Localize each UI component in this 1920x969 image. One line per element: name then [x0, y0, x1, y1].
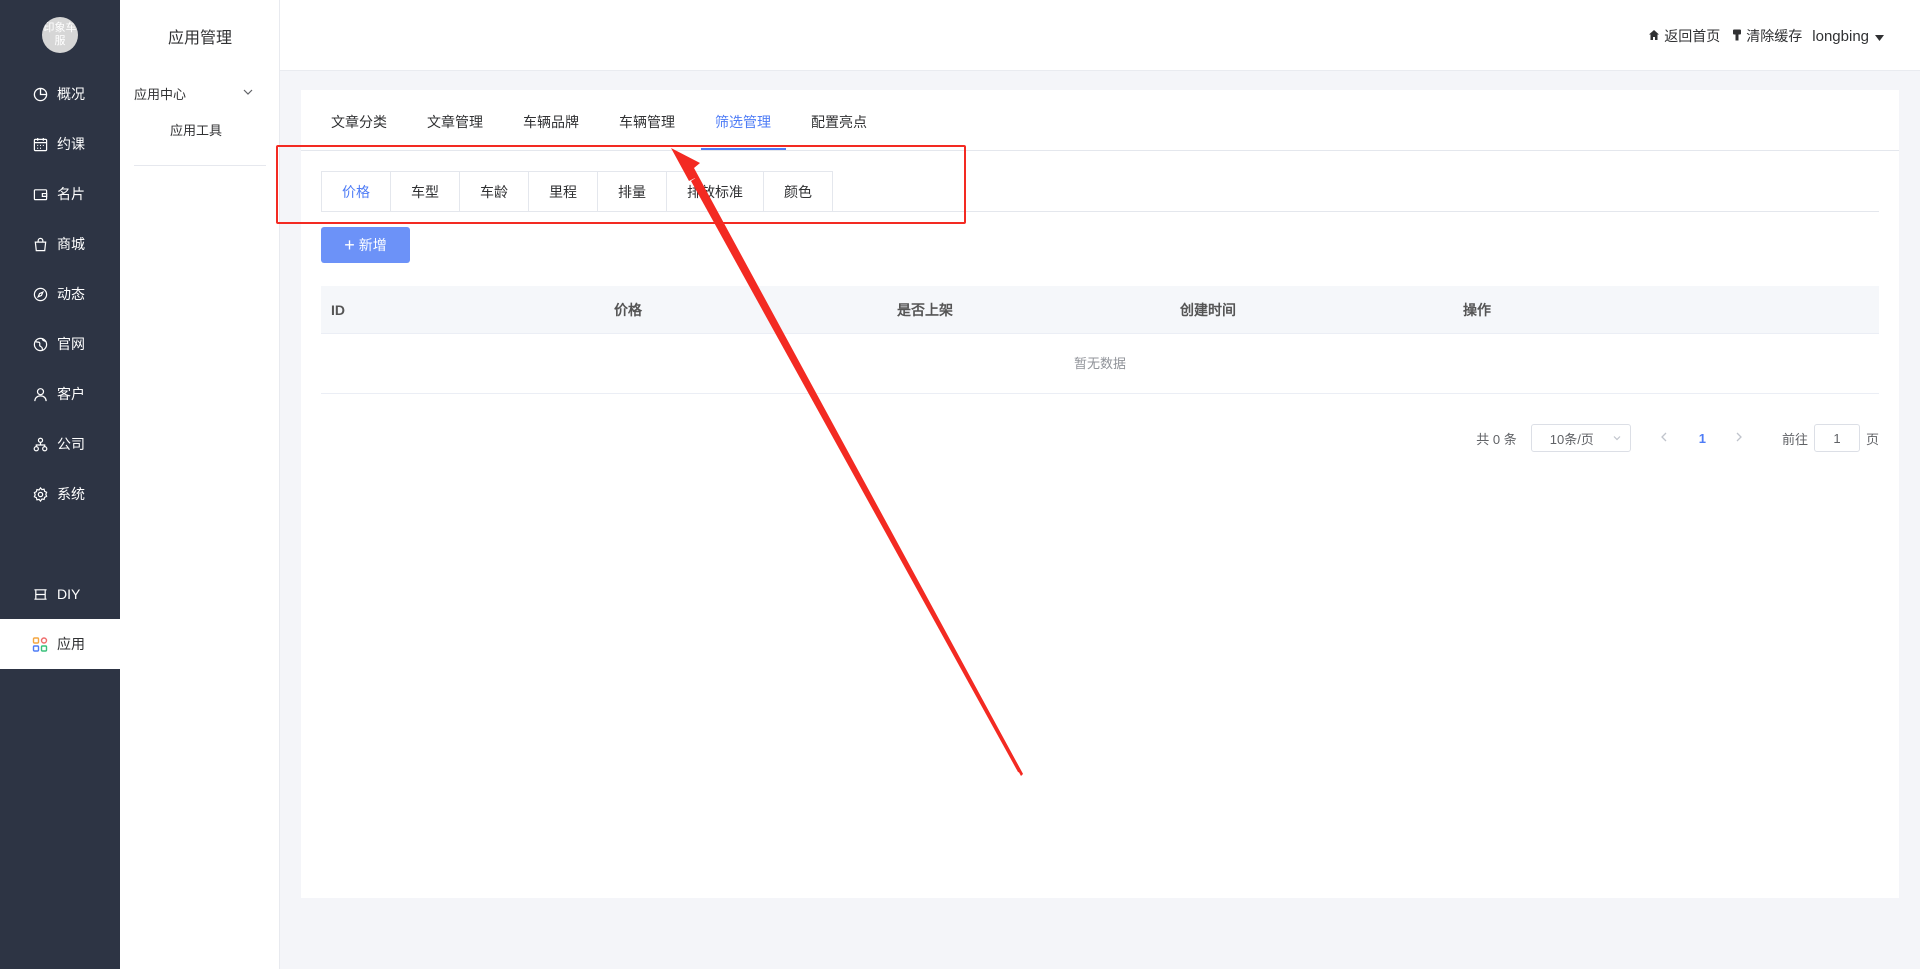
- chevron-down-icon: [242, 86, 254, 101]
- table-header: ID 价格 是否上架 创建时间 操作: [321, 286, 1879, 334]
- nav-item-label: 商城: [57, 236, 85, 252]
- nav-item-feed[interactable]: 动态: [0, 269, 120, 319]
- subnav-group-label: 应用中心: [134, 87, 187, 102]
- nav-item-label: 客户: [57, 386, 85, 402]
- compass-icon: [32, 286, 48, 302]
- top-header: 返回首页 清除缓存 longbing: [280, 0, 1920, 71]
- goto-prefix: 前往: [1781, 431, 1808, 447]
- goto-page-input[interactable]: 1: [1813, 424, 1860, 452]
- goto-suffix: 页: [1865, 431, 1879, 447]
- nav-item-label: 约课: [57, 136, 85, 152]
- active-tab-indicator: [701, 148, 786, 150]
- filter-tab-emission-standard[interactable]: 排放标准: [667, 172, 764, 212]
- nav-item-apps[interactable]: 应用: [0, 619, 120, 669]
- gear-icon: [32, 486, 48, 502]
- nav-item-customers[interactable]: 客户: [0, 369, 120, 419]
- page-number[interactable]: 1: [1699, 431, 1706, 446]
- shopping-bag-icon: [32, 236, 48, 252]
- column-header-price: 价格: [614, 301, 642, 318]
- nav-item-label: 名片: [57, 186, 85, 202]
- apps-grid-icon: [32, 636, 48, 652]
- filter-tab-displacement[interactable]: 排量: [598, 172, 667, 212]
- nav-item-diy[interactable]: DIY: [0, 569, 120, 619]
- globe-icon: [32, 336, 48, 352]
- nav-item-label: DIY: [57, 586, 81, 602]
- clear-cache-link[interactable]: 清除缓存: [1732, 26, 1802, 46]
- logo[interactable]: 印象车服: [42, 17, 78, 53]
- tab-vehicle-management[interactable]: 车辆管理: [619, 112, 675, 132]
- content-card: 文章分类 文章管理 车辆品牌 车辆管理 筛选管理 配置亮点 价格 车型 车龄 里…: [301, 90, 1899, 898]
- nav-item-label: 应用: [57, 636, 85, 652]
- nav-item-mall[interactable]: 商城: [0, 219, 120, 269]
- page-size-select[interactable]: 10条/页: [1530, 424, 1631, 452]
- chevron-down-icon: [1612, 431, 1622, 446]
- calendar-icon: [32, 136, 48, 152]
- column-header-listed: 是否上架: [897, 301, 953, 318]
- filter-tab-mileage[interactable]: 里程: [529, 172, 598, 212]
- tab-config-highlights[interactable]: 配置亮点: [811, 112, 867, 132]
- column-header-actions: 操作: [1463, 301, 1491, 318]
- add-button[interactable]: + 新增: [321, 227, 410, 263]
- user-icon: [32, 386, 48, 402]
- pagination: 共 0 条 10条/页 1 前往 1 页: [1476, 424, 1879, 452]
- filter-tab-color[interactable]: 颜色: [764, 172, 832, 212]
- username: longbing: [1812, 27, 1869, 45]
- subnav-title: 应用管理: [167, 30, 232, 47]
- wallet-icon: [32, 186, 48, 202]
- add-button-label: 新增: [358, 237, 387, 253]
- empty-state: 暂无数据: [321, 334, 1879, 394]
- clear-cache-label: 清除缓存: [1746, 28, 1803, 44]
- home-icon: [1648, 28, 1664, 44]
- filter-tab-car-type[interactable]: 车型: [391, 172, 460, 212]
- prev-page-button[interactable]: [1659, 430, 1669, 446]
- nav-item-label: 动态: [57, 286, 85, 302]
- filter-tabs: 价格 车型 车龄 里程 排量 排放标准 颜色: [321, 171, 833, 212]
- filter-tab-price[interactable]: 价格: [322, 172, 391, 212]
- nav-item-booking[interactable]: 约课: [0, 119, 120, 169]
- page-size-value: 10条/页: [1549, 431, 1594, 447]
- brush-icon: [1732, 28, 1746, 44]
- column-header-created-time: 创建时间: [1180, 301, 1236, 318]
- chevron-left-icon: [1660, 432, 1667, 442]
- org-chart-icon: [32, 436, 48, 452]
- column-header-id: ID: [331, 301, 345, 318]
- plus-icon: +: [344, 235, 355, 255]
- caret-down-icon: [1875, 28, 1884, 45]
- diy-icon: [32, 586, 48, 602]
- subnav-item-app-tools[interactable]: 应用工具: [170, 120, 222, 139]
- pie-chart-icon: [32, 86, 48, 102]
- subnav-divider: [134, 165, 266, 166]
- nav-item-company[interactable]: 公司: [0, 419, 120, 469]
- nav-item-label: 官网: [57, 336, 85, 352]
- tab-article-category[interactable]: 文章分类: [331, 112, 387, 132]
- subnav-group-app-center[interactable]: 应用中心: [134, 84, 254, 103]
- main-nav: 印象车服 概况 约课 名片 商城 动态 官网 客户 公司 系统 DIY 应用: [0, 0, 120, 969]
- chevron-right-icon: [1736, 432, 1742, 442]
- tab-filter-management[interactable]: 筛选管理: [715, 112, 771, 132]
- nav-item-card[interactable]: 名片: [0, 169, 120, 219]
- sub-nav: 应用管理 应用中心 应用工具: [120, 0, 280, 969]
- nav-item-label: 概况: [57, 86, 85, 102]
- filter-tabs-divider: [321, 211, 1879, 212]
- nav-item-system[interactable]: 系统: [0, 469, 120, 519]
- filter-tab-car-age[interactable]: 车龄: [460, 172, 529, 212]
- main-tabs: 文章分类 文章管理 车辆品牌 车辆管理 筛选管理 配置亮点: [301, 90, 1899, 151]
- user-menu[interactable]: longbing: [1812, 28, 1884, 45]
- home-link[interactable]: 返回首页: [1648, 26, 1720, 46]
- nav-item-label: 系统: [57, 486, 85, 502]
- total-count: 共 0 条: [1476, 431, 1517, 447]
- next-page-button[interactable]: [1734, 430, 1744, 446]
- nav-item-website[interactable]: 官网: [0, 319, 120, 369]
- logo-text: 印象车服: [43, 22, 77, 47]
- nav-item-label: 公司: [57, 436, 85, 452]
- tab-article-management[interactable]: 文章管理: [427, 112, 483, 132]
- home-link-label: 返回首页: [1664, 28, 1721, 44]
- data-table: ID 价格 是否上架 创建时间 操作 暂无数据: [321, 286, 1879, 394]
- tab-vehicle-brand[interactable]: 车辆品牌: [523, 112, 579, 132]
- nav-item-overview[interactable]: 概况: [0, 69, 120, 119]
